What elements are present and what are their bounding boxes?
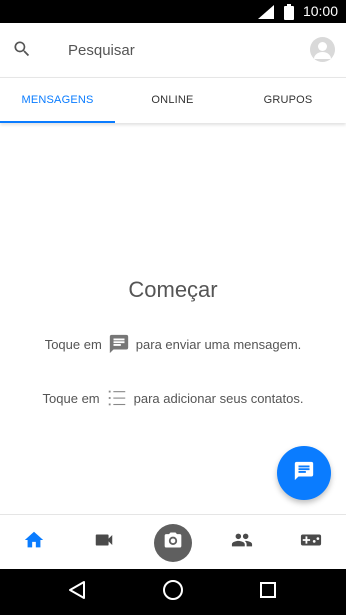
status-time: 10:00 (302, 3, 338, 19)
recents-button[interactable] (248, 569, 288, 615)
search-icon[interactable] (12, 39, 32, 64)
status-bar: 10:00 (0, 0, 346, 23)
back-button[interactable] (57, 569, 97, 615)
avatar[interactable] (310, 37, 335, 62)
search-input[interactable] (68, 39, 268, 61)
list-icon (106, 387, 128, 409)
battery-icon (284, 4, 294, 25)
compose-message-icon (293, 460, 315, 487)
camera-icon (163, 530, 183, 555)
hint-text-before: Toque em (42, 390, 100, 406)
hint-text-after: para enviar uma mensagem. (135, 336, 302, 352)
nav-games[interactable] (291, 515, 331, 570)
nav-video[interactable] (84, 515, 124, 570)
message-icon (108, 333, 130, 355)
signal-icon (258, 5, 274, 24)
home-system-button[interactable] (153, 569, 193, 615)
tab-online[interactable]: ONLINE (115, 78, 230, 123)
empty-state-title: Começar (128, 277, 218, 302)
nav-camera[interactable] (152, 515, 194, 570)
hint-send-message: Toque em para enviar uma mensagem. (0, 333, 346, 355)
system-nav-bar (0, 569, 346, 615)
camera-button[interactable] (154, 523, 192, 562)
game-controller-icon (299, 529, 323, 556)
back-icon (68, 580, 86, 605)
nav-home[interactable] (14, 515, 54, 570)
tab-indicator (0, 121, 115, 123)
tab-bar: MENSAGENS ONLINE GRUPOS (0, 77, 346, 123)
hint-text-before: Toque em (44, 336, 102, 352)
hint-add-contacts: Toque em para adicionar seus contatos. (0, 387, 346, 409)
search-header (0, 23, 346, 77)
nav-people[interactable] (222, 515, 262, 570)
hint-text-after: para adicionar seus contatos. (133, 390, 304, 406)
bottom-nav (0, 514, 346, 569)
people-icon (231, 529, 253, 556)
home-circle-icon (162, 579, 184, 606)
tab-mensagens[interactable]: MENSAGENS (0, 78, 115, 123)
recents-icon (260, 581, 276, 603)
compose-message-button[interactable] (277, 446, 331, 500)
home-icon (23, 529, 45, 556)
video-icon (93, 529, 115, 556)
tab-grupos[interactable]: GRUPOS (230, 78, 346, 123)
